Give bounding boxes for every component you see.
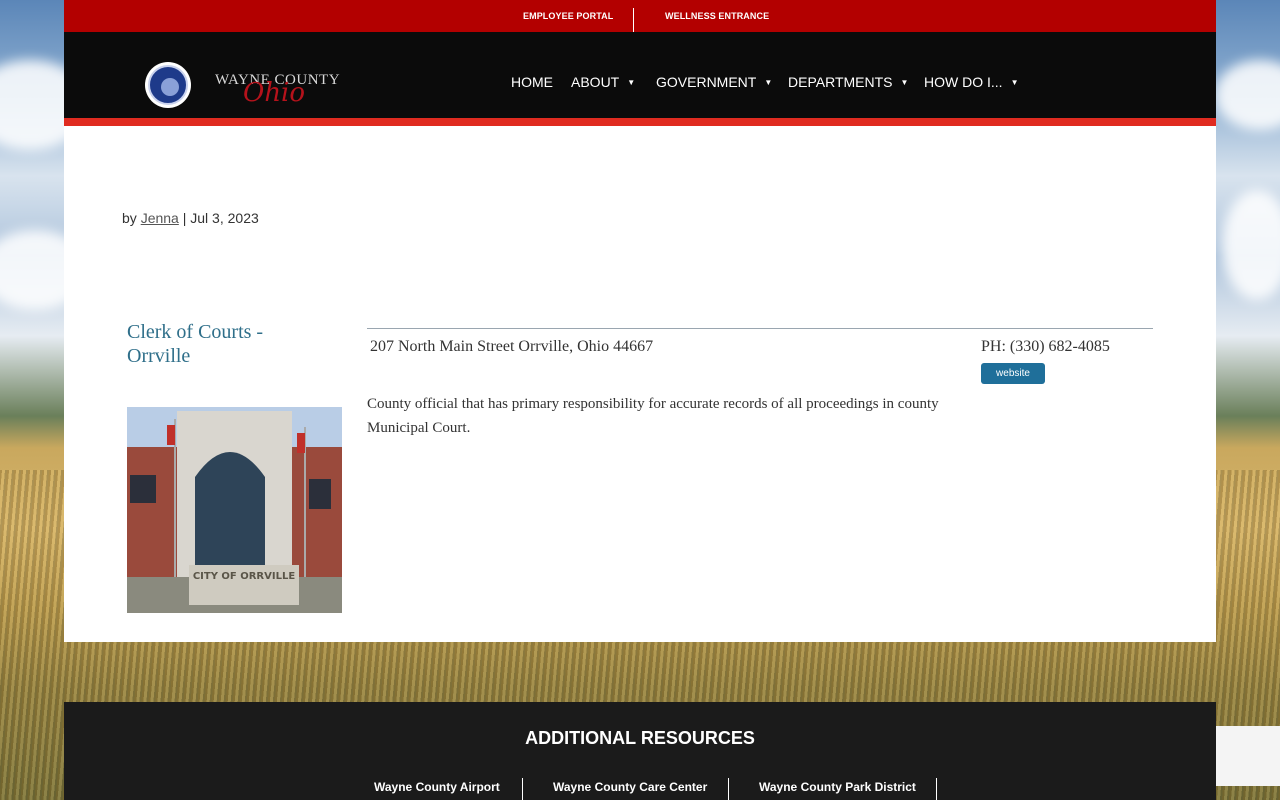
chevron-down-icon: ▼ (764, 77, 773, 87)
website-button[interactable]: website (981, 363, 1045, 384)
post-meta: by Jenna | Jul 3, 2023 (122, 210, 259, 226)
utility-bar: EMPLOYEE PORTAL WELLNESS ENTRANCE (64, 0, 1216, 32)
entry-title: Clerk of Courts - Orrville (127, 321, 264, 367)
footer-link-airport[interactable]: Wayne County Airport (374, 780, 500, 794)
nav-government-label: GOVERNMENT (656, 74, 757, 90)
footer-resources: ADDITIONAL RESOURCES Wayne County Airpor… (64, 702, 1216, 800)
chevron-down-icon: ▼ (627, 77, 636, 87)
header-accent-line (64, 118, 1216, 126)
wellness-entrance-link[interactable]: WELLNESS ENTRANCE (665, 11, 769, 21)
utility-divider (633, 8, 634, 32)
entry-description: County official that has primary respons… (367, 396, 939, 436)
chevron-down-icon: ▼ (900, 77, 909, 87)
footer-divider (936, 778, 937, 800)
employee-portal-link[interactable]: EMPLOYEE PORTAL (523, 11, 613, 21)
footer-link-care-center[interactable]: Wayne County Care Center (553, 780, 707, 794)
nav-home[interactable]: HOME (511, 74, 553, 90)
building-sign: CITY OF ORRVILLE (193, 571, 296, 582)
county-seal-icon[interactable] (145, 62, 191, 108)
nav-how-do-i[interactable]: HOW DO I... ▼ (924, 74, 1018, 90)
entry-divider (367, 328, 1153, 329)
nav-government[interactable]: GOVERNMENT ▼ (656, 74, 772, 90)
footer-divider (728, 778, 729, 800)
nav-departments[interactable]: DEPARTMENTS ▼ (788, 74, 908, 90)
background-cloud (1215, 60, 1280, 130)
entry-phone: PH: (330) 682-4085 (981, 338, 1110, 355)
post-separator: | (182, 210, 187, 226)
logo-script[interactable]: Ohio (243, 78, 305, 108)
building-photo: CITY OF ORRVILLE (127, 407, 342, 613)
nav-departments-label: DEPARTMENTS (788, 74, 893, 90)
seal-center (161, 78, 179, 96)
nav-about-label: ABOUT (571, 74, 620, 90)
footer-title: ADDITIONAL RESOURCES (525, 728, 755, 748)
footer-divider (522, 778, 523, 800)
post-date: Jul 3, 2023 (190, 210, 259, 226)
seal-ring (148, 65, 188, 105)
nav-how-do-i-label: HOW DO I... (924, 74, 1003, 90)
side-widget (1216, 726, 1280, 786)
building-image: CITY OF ORRVILLE (127, 407, 342, 613)
nav-home-label: HOME (511, 74, 553, 90)
background-cloud (1222, 190, 1280, 300)
post-by: by (122, 210, 137, 226)
chevron-down-icon: ▼ (1010, 77, 1019, 87)
main-header: WAYNE COUNTY Ohio HOME ABOUT ▼ GOVERNMEN… (64, 32, 1216, 118)
content-area: by Jenna | Jul 3, 2023 Clerk of Courts -… (64, 126, 1216, 642)
author-link[interactable]: Jenna (141, 210, 179, 226)
entry-address: 207 North Main Street Orrville, Ohio 446… (370, 338, 654, 355)
nav-about[interactable]: ABOUT ▼ (571, 74, 635, 90)
footer-link-park-district[interactable]: Wayne County Park District (759, 780, 916, 794)
